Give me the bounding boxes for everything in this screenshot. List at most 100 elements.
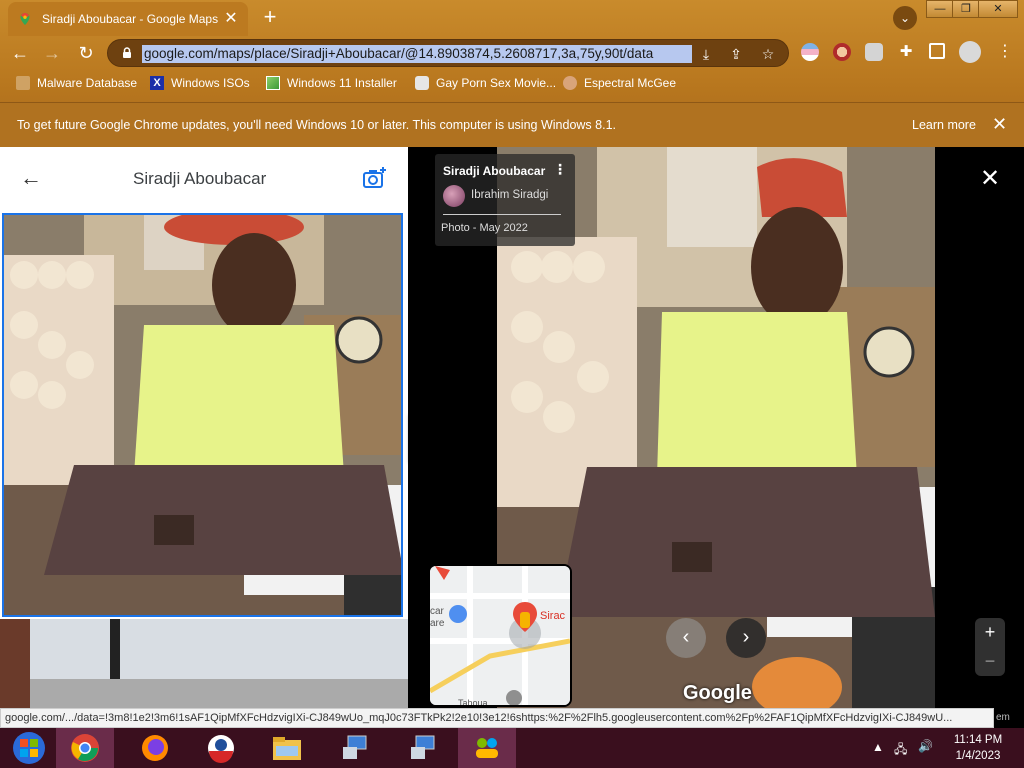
folder-icon bbox=[16, 76, 30, 90]
zoom-out-button[interactable]: − bbox=[975, 647, 1005, 676]
clock-date: 1/4/2023 bbox=[955, 750, 1001, 762]
bookmark-windows-11-installer[interactable]: Windows 11 Installer bbox=[266, 76, 397, 90]
tab-search-button[interactable]: ⌄ bbox=[893, 6, 917, 30]
close-window-button[interactable]: ✕ bbox=[978, 0, 1018, 18]
taskbar-network-app-1[interactable] bbox=[326, 728, 384, 768]
side-panel-icon[interactable] bbox=[929, 43, 945, 59]
taskbar-chrome[interactable] bbox=[56, 728, 114, 768]
start-orb-icon bbox=[13, 732, 45, 764]
campaign-logo-icon bbox=[208, 735, 234, 763]
bookmark-label: Windows 11 Installer bbox=[287, 76, 397, 90]
folder-icon bbox=[273, 737, 301, 760]
previous-photo-button[interactable]: ‹ bbox=[666, 618, 706, 658]
minimize-button[interactable]: — bbox=[926, 0, 954, 18]
image-thumbnail-icon bbox=[266, 76, 280, 90]
google-logo: Google bbox=[683, 682, 752, 704]
extension-toolbar-icon[interactable] bbox=[865, 43, 883, 61]
bookmark-windows-isos[interactable]: X Windows ISOs bbox=[150, 76, 250, 90]
taskbar-obama-app[interactable] bbox=[192, 728, 250, 768]
bookmark-label: Gay Porn Sex Movie... bbox=[436, 76, 557, 90]
bookmarks-bar: Malware Database X Windows ISOs Windows … bbox=[0, 72, 1024, 96]
start-button[interactable] bbox=[0, 728, 58, 768]
firefox-icon bbox=[142, 735, 168, 761]
author-avatar[interactable] bbox=[443, 185, 465, 207]
photos-panel: ← Siradji Aboubacar bbox=[0, 147, 408, 708]
computer-icon bbox=[343, 735, 367, 759]
taskbar-file-explorer[interactable] bbox=[258, 728, 316, 768]
minimap-label-place: Sirac bbox=[540, 610, 566, 622]
minimap-label-bottom: Tahoua bbox=[458, 698, 488, 707]
photo-info-card: Siradji Aboubacar ⋮ Ibrahim Siradgi Phot… bbox=[435, 154, 575, 246]
tab-google-maps[interactable]: Siradji Aboubacar - Google Maps ✕ bbox=[8, 2, 248, 36]
face-icon bbox=[563, 76, 577, 90]
volume-icon[interactable]: 🔊 bbox=[918, 739, 933, 753]
bookmark-malware-database[interactable]: Malware Database bbox=[16, 76, 137, 90]
share-icon[interactable]: ⇪ bbox=[728, 46, 744, 62]
minimap[interactable]: Sirac car are Tahoua bbox=[428, 564, 572, 707]
photo-viewer: Siradji Aboubacar ⋮ Ibrahim Siradgi Phot… bbox=[408, 147, 1024, 708]
bookmark-movie-site[interactable]: Gay Porn Sex Movie... bbox=[415, 76, 556, 90]
author-name[interactable]: Ibrahim Siradgi bbox=[471, 189, 548, 201]
infobar-message: To get future Google Chrome updates, you… bbox=[17, 118, 616, 132]
users-icon bbox=[476, 738, 498, 758]
back-button[interactable]: ← bbox=[8, 41, 32, 65]
street-photo bbox=[0, 619, 408, 708]
profile-avatar-icon[interactable] bbox=[959, 41, 981, 63]
update-infobar: To get future Google Chrome updates, you… bbox=[0, 102, 1024, 147]
zoom-control: + − bbox=[975, 618, 1005, 676]
minimap-map bbox=[430, 566, 570, 705]
computer-icon bbox=[411, 735, 435, 759]
clock[interactable]: 11:14 PM 1/4/2023 bbox=[948, 732, 1008, 764]
close-infobar-icon[interactable]: ✕ bbox=[992, 114, 1007, 135]
lock-icon bbox=[123, 47, 131, 58]
browser-chrome: Siradji Aboubacar - Google Maps ✕ + ⌄ — … bbox=[0, 0, 1024, 147]
url-text[interactable]: google.com/maps/place/Siradji+Aboubacar/… bbox=[142, 45, 692, 63]
site-icon bbox=[415, 76, 429, 90]
learn-more-link[interactable]: Learn more bbox=[912, 118, 976, 132]
address-bar[interactable]: google.com/maps/place/Siradji+Aboubacar/… bbox=[107, 39, 789, 67]
clock-time: 11:14 PM bbox=[953, 734, 1003, 746]
taskbar-firefox[interactable] bbox=[126, 728, 184, 768]
close-tab-icon[interactable]: ✕ bbox=[224, 11, 238, 27]
chrome-icon bbox=[71, 734, 99, 762]
tab-title: Siradji Aboubacar - Google Maps bbox=[42, 12, 219, 26]
restore-button[interactable]: ❐ bbox=[952, 0, 980, 18]
show-hidden-icons-icon[interactable]: ▲ bbox=[872, 740, 884, 754]
link-status-bar: google.com/.../data=!3m8!1e2!3m6!1sAF1Qi… bbox=[0, 708, 994, 728]
next-photo-thumbnail[interactable] bbox=[0, 619, 408, 708]
tab-strip: Siradji Aboubacar - Google Maps ✕ + ⌄ — … bbox=[0, 0, 1024, 36]
new-tab-button[interactable]: + bbox=[258, 6, 282, 30]
status-edge-text: em bbox=[994, 708, 1024, 728]
shop-photo bbox=[4, 215, 401, 615]
taskbar-network-app-2[interactable] bbox=[394, 728, 452, 768]
extensions-puzzle-icon[interactable]: ✚ bbox=[897, 43, 915, 61]
close-viewer-icon[interactable]: ✕ bbox=[978, 167, 1002, 191]
add-photo-icon[interactable] bbox=[362, 166, 388, 192]
zoom-in-button[interactable]: + bbox=[975, 618, 1005, 647]
bookmark-star-icon[interactable]: ☆ bbox=[760, 46, 776, 62]
install-app-icon[interactable]: ⤓ bbox=[698, 46, 714, 62]
forward-button[interactable]: → bbox=[40, 41, 64, 65]
network-icon[interactable]: 🖧 bbox=[894, 740, 907, 761]
divider bbox=[443, 214, 561, 215]
menu-kebab-icon[interactable]: ⋮ bbox=[996, 43, 1014, 61]
windows-taskbar: ▲ 🖧 🔊 11:14 PM 1/4/2023 bbox=[0, 728, 1024, 768]
bookmark-label: Espectral McGee bbox=[584, 76, 677, 90]
selected-photo-thumbnail[interactable] bbox=[2, 213, 403, 617]
next-photo-button[interactable]: › bbox=[726, 618, 766, 658]
bookmark-label: Windows ISOs bbox=[171, 76, 250, 90]
bookmark-label: Malware Database bbox=[37, 76, 138, 90]
place-name[interactable]: Siradji Aboubacar bbox=[443, 164, 545, 178]
minimap-label-left-1: car bbox=[430, 606, 444, 617]
google-maps-icon bbox=[20, 13, 30, 25]
extension-flag-icon[interactable] bbox=[801, 43, 819, 61]
extension-avatar-icon[interactable] bbox=[833, 43, 851, 61]
bookmark-espectral-mcgee[interactable]: Espectral McGee bbox=[563, 76, 676, 90]
back-arrow-icon[interactable]: ← bbox=[20, 165, 46, 191]
panel-title: Siradji Aboubacar bbox=[133, 169, 267, 188]
minimap-label-left-2: are bbox=[430, 618, 445, 629]
photo-date: Photo - May 2022 bbox=[441, 222, 528, 234]
taskbar-users-app[interactable] bbox=[458, 728, 516, 768]
more-options-icon[interactable]: ⋮ bbox=[553, 162, 567, 176]
reload-button[interactable]: ↻ bbox=[74, 41, 98, 65]
